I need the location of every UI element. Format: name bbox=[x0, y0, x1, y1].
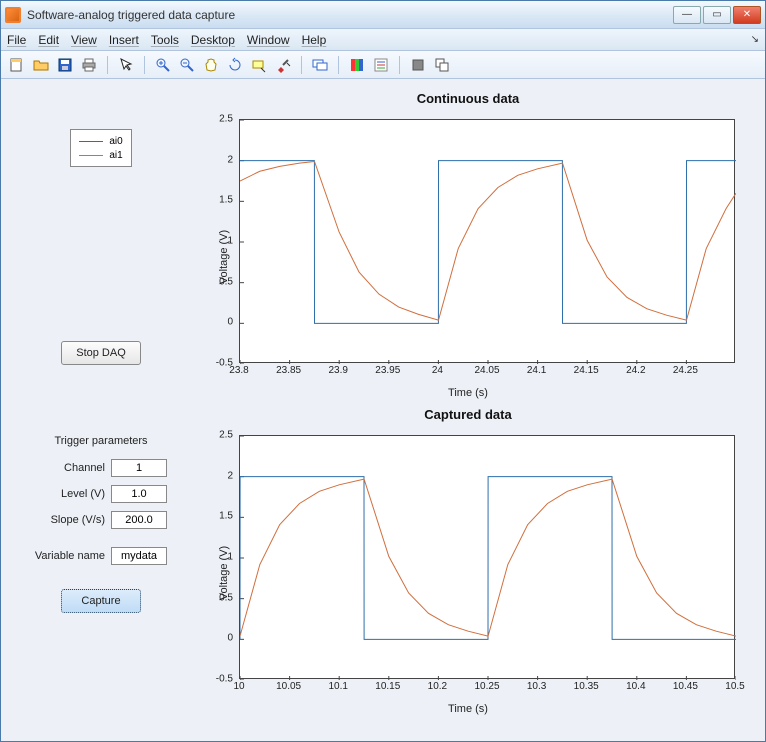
ytick-label: 0 bbox=[227, 317, 233, 328]
legend-swatch-ai1 bbox=[79, 155, 103, 156]
xtick-label: 10.2 bbox=[428, 681, 447, 692]
ytick-label: 2 bbox=[227, 154, 233, 165]
xtick-label: 24.1 bbox=[527, 365, 546, 376]
zoom-in-icon[interactable] bbox=[153, 55, 173, 75]
slope-label: Slope (V/s) bbox=[21, 514, 105, 526]
zoom-out-icon[interactable] bbox=[177, 55, 197, 75]
trigger-params-title: Trigger parameters bbox=[54, 435, 147, 447]
ytick-label: -0.5 bbox=[216, 674, 233, 685]
colorbar-icon[interactable] bbox=[347, 55, 367, 75]
variable-name-field[interactable] bbox=[111, 547, 167, 565]
titlebar[interactable]: Software-analog triggered data capture —… bbox=[1, 1, 765, 29]
axes-title-captured: Captured data bbox=[191, 407, 745, 422]
ytick-label: 1.5 bbox=[219, 195, 233, 206]
open-icon[interactable] bbox=[31, 55, 51, 75]
xtick-label: 10.1 bbox=[328, 681, 347, 692]
legend-item-ai1[interactable]: ai1 bbox=[79, 148, 122, 162]
menu-overflow-icon[interactable]: ↘ bbox=[751, 34, 759, 45]
xtick-label: 10 bbox=[233, 681, 244, 692]
data-cursor-icon[interactable] bbox=[249, 55, 269, 75]
legend-swatch-ai0 bbox=[79, 141, 103, 142]
legend[interactable]: ai0 ai1 bbox=[70, 129, 131, 167]
xtick-label: 24.05 bbox=[474, 365, 499, 376]
axes-captured[interactable]: Captured data Voltage (V) Time (s) 1010.… bbox=[191, 425, 745, 721]
menu-desktop[interactable]: Desktop bbox=[191, 33, 235, 47]
variable-name-label: Variable name bbox=[21, 550, 105, 562]
matlab-icon bbox=[5, 7, 21, 23]
xtick-label: 24.15 bbox=[574, 365, 599, 376]
menu-window[interactable]: Window bbox=[247, 33, 290, 47]
xtick-label: 10.3 bbox=[527, 681, 546, 692]
ytick-label: 2.5 bbox=[219, 430, 233, 441]
channel-label: Channel bbox=[21, 462, 105, 474]
figure-content: ai0 ai1 Stop DAQ Continuous data Voltage… bbox=[1, 79, 765, 741]
brush-icon[interactable] bbox=[273, 55, 293, 75]
legend-label-ai1: ai1 bbox=[109, 150, 122, 161]
level-label: Level (V) bbox=[21, 488, 105, 500]
menu-edit[interactable]: Edit bbox=[38, 33, 59, 47]
xtick-label: 10.35 bbox=[574, 681, 599, 692]
maximize-button[interactable]: ▭ bbox=[703, 6, 731, 24]
close-button[interactable]: ✕ bbox=[733, 6, 761, 24]
xtick-label: 10.05 bbox=[276, 681, 301, 692]
ytick-label: -0.5 bbox=[216, 358, 233, 369]
left-panel-upper: ai0 ai1 Stop DAQ bbox=[21, 109, 181, 405]
axes-area-captured[interactable] bbox=[239, 435, 735, 679]
xtick-label: 10.25 bbox=[474, 681, 499, 692]
xlabel-continuous: Time (s) bbox=[191, 387, 745, 399]
axes-title-continuous: Continuous data bbox=[191, 91, 745, 106]
menu-file[interactable]: File bbox=[7, 33, 26, 47]
channel-field[interactable] bbox=[111, 459, 167, 477]
ytick-label: 0.5 bbox=[219, 592, 233, 603]
slope-field[interactable] bbox=[111, 511, 167, 529]
ytick-label: 1 bbox=[227, 236, 233, 247]
pan-icon[interactable] bbox=[201, 55, 221, 75]
left-panel-lower: Trigger parameters Channel Level (V) Slo… bbox=[21, 425, 181, 721]
print-icon[interactable] bbox=[79, 55, 99, 75]
menu-insert[interactable]: Insert bbox=[109, 33, 139, 47]
legend-icon[interactable] bbox=[371, 55, 391, 75]
ytick-label: 0 bbox=[227, 633, 233, 644]
window-title: Software-analog triggered data capture bbox=[27, 8, 673, 22]
legend-item-ai0[interactable]: ai0 bbox=[79, 134, 122, 148]
ytick-label: 1.5 bbox=[219, 511, 233, 522]
xtick-label: 24.2 bbox=[626, 365, 645, 376]
show-plot-tools-icon[interactable] bbox=[432, 55, 452, 75]
rotate-icon[interactable] bbox=[225, 55, 245, 75]
stop-daq-button[interactable]: Stop DAQ bbox=[61, 341, 141, 365]
ytick-label: 2 bbox=[227, 470, 233, 481]
axes-area-continuous[interactable] bbox=[239, 119, 735, 363]
toolbar bbox=[1, 51, 765, 79]
ytick-label: 1 bbox=[227, 552, 233, 563]
pointer-icon[interactable] bbox=[116, 55, 136, 75]
ytick-label: 0.5 bbox=[219, 276, 233, 287]
menubar: File Edit View Insert Tools Desktop Wind… bbox=[1, 29, 765, 51]
ytick-label: 2.5 bbox=[219, 114, 233, 125]
xtick-label: 10.15 bbox=[375, 681, 400, 692]
xtick-label: 23.85 bbox=[276, 365, 301, 376]
xtick-label: 23.9 bbox=[328, 365, 347, 376]
app-window: Software-analog triggered data capture —… bbox=[0, 0, 766, 742]
level-field[interactable] bbox=[111, 485, 167, 503]
new-figure-icon[interactable] bbox=[7, 55, 27, 75]
xlabel-captured: Time (s) bbox=[191, 703, 745, 715]
axes-continuous[interactable]: Continuous data Voltage (V) Time (s) 23.… bbox=[191, 109, 745, 405]
menu-view[interactable]: View bbox=[71, 33, 97, 47]
xtick-label: 23.95 bbox=[375, 365, 400, 376]
xtick-label: 24.25 bbox=[673, 365, 698, 376]
link-axes-icon[interactable] bbox=[310, 55, 330, 75]
hide-plot-tools-icon[interactable] bbox=[408, 55, 428, 75]
menu-help[interactable]: Help bbox=[302, 33, 327, 47]
xtick-label: 24 bbox=[432, 365, 443, 376]
xtick-label: 10.45 bbox=[673, 681, 698, 692]
xtick-label: 10.5 bbox=[725, 681, 744, 692]
menu-tools[interactable]: Tools bbox=[151, 33, 179, 47]
save-icon[interactable] bbox=[55, 55, 75, 75]
capture-button[interactable]: Capture bbox=[61, 589, 141, 613]
legend-label-ai0: ai0 bbox=[109, 136, 122, 147]
xtick-label: 10.4 bbox=[626, 681, 645, 692]
minimize-button[interactable]: — bbox=[673, 6, 701, 24]
